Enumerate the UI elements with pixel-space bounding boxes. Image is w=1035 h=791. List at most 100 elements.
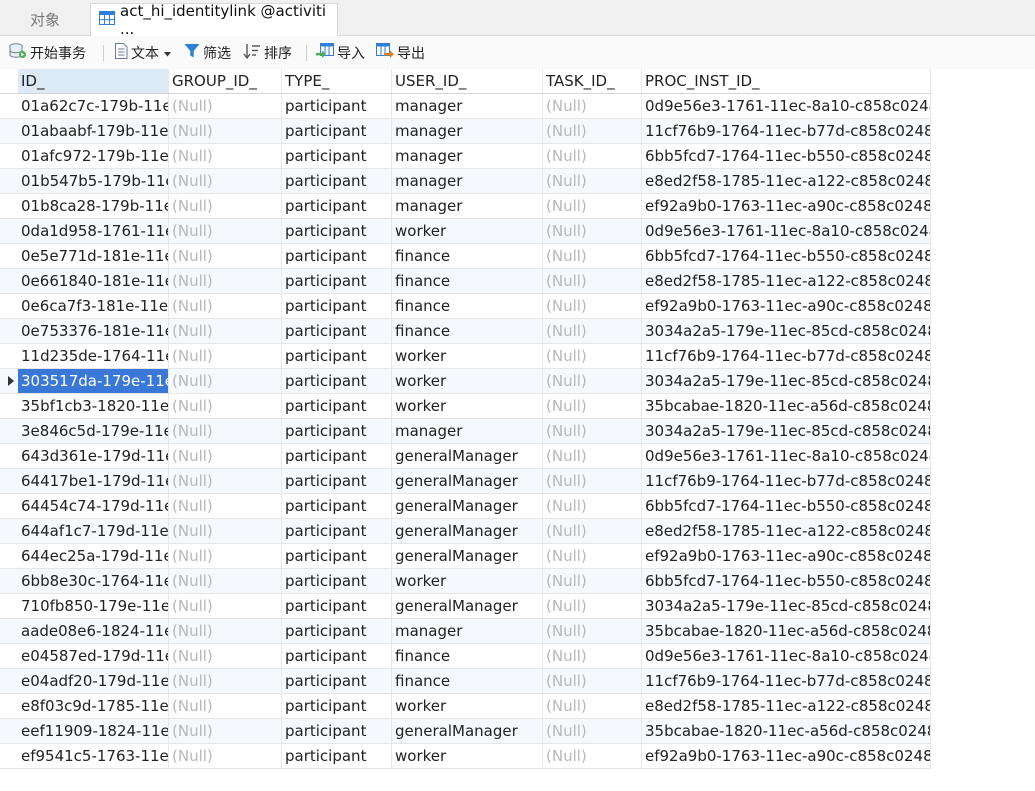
cell-proc-inst-id[interactable]: 0d9e56e3-1761-11ec-8a10-c858c02486 — [642, 94, 931, 118]
cell-user-id[interactable]: worker — [392, 569, 543, 593]
cell-proc-inst-id[interactable]: 3034a2a5-179e-11ec-85cd-c858c02486 — [642, 419, 931, 443]
cell-type[interactable]: participant — [282, 519, 392, 543]
cell-id[interactable]: 0e661840-181e-11ec — [18, 269, 169, 293]
cell-type[interactable]: participant — [282, 444, 392, 468]
cell-task-id[interactable]: (Null) — [543, 344, 642, 368]
cell-proc-inst-id[interactable]: ef92a9b0-1763-11ec-a90c-c858c02486 — [642, 294, 931, 318]
cell-proc-inst-id[interactable]: 11cf76b9-1764-11ec-b77d-c858c02486 — [642, 469, 931, 493]
cell-task-id[interactable]: (Null) — [543, 119, 642, 143]
cell-type[interactable]: participant — [282, 294, 392, 318]
cell-id[interactable]: 710fb850-179e-11ec — [18, 594, 169, 618]
tab-objects[interactable]: 对象 — [0, 3, 90, 36]
row-gutter[interactable] — [0, 294, 18, 319]
cell-task-id[interactable]: (Null) — [543, 419, 642, 443]
column-header-group-id[interactable]: GROUP_ID_ — [169, 69, 282, 93]
cell-id[interactable]: 01b8ca28-179b-11ec — [18, 194, 169, 218]
table-row[interactable]: 64417be1-179d-11ec (Null) participant gener… — [0, 469, 931, 494]
cell-user-id[interactable]: worker — [392, 344, 543, 368]
cell-group-id[interactable]: (Null) — [169, 144, 282, 168]
cell-type[interactable]: participant — [282, 719, 392, 743]
cell-user-id[interactable]: manager — [392, 169, 543, 193]
cell-id[interactable]: 0da1d958-1761-11ec — [18, 219, 169, 243]
row-gutter[interactable] — [0, 319, 18, 344]
begin-transaction-button[interactable]: 开始事务 — [9, 43, 86, 63]
row-gutter[interactable] — [0, 269, 18, 294]
cell-user-id[interactable]: manager — [392, 194, 543, 218]
cell-type[interactable]: participant — [282, 594, 392, 618]
cell-type[interactable]: participant — [282, 694, 392, 718]
cell-user-id[interactable]: generalManager — [392, 444, 543, 468]
cell-proc-inst-id[interactable]: 35bcabae-1820-11ec-a56d-c858c02486 — [642, 619, 931, 643]
cell-user-id[interactable]: manager — [392, 119, 543, 143]
cell-task-id[interactable]: (Null) — [543, 444, 642, 468]
row-gutter[interactable] — [0, 744, 18, 769]
row-gutter[interactable] — [0, 569, 18, 594]
table-row[interactable]: 64454c74-179d-11ec (Null) participant gener… — [0, 494, 931, 519]
cell-group-id[interactable]: (Null) — [169, 169, 282, 193]
cell-type[interactable]: participant — [282, 744, 392, 768]
cell-user-id[interactable]: worker — [392, 394, 543, 418]
cell-task-id[interactable]: (Null) — [543, 544, 642, 568]
cell-type[interactable]: participant — [282, 119, 392, 143]
cell-user-id[interactable]: generalManager — [392, 719, 543, 743]
table-row[interactable]: 643d361e-179d-11ec (Null) participant gener… — [0, 444, 931, 469]
cell-group-id[interactable]: (Null) — [169, 219, 282, 243]
table-row[interactable]: 710fb850-179e-11ec (Null) participant gener… — [0, 594, 931, 619]
cell-type[interactable]: participant — [282, 244, 392, 268]
row-gutter[interactable] — [0, 419, 18, 444]
cell-id[interactable]: 643d361e-179d-11ec — [18, 444, 169, 468]
table-row[interactable]: 644ec25a-179d-11ec (Null) participant gener… — [0, 544, 931, 569]
cell-task-id[interactable]: (Null) — [543, 694, 642, 718]
cell-id[interactable]: 01a62c7c-179b-11ec — [18, 94, 169, 118]
column-header-task-id[interactable]: TASK_ID_ — [543, 69, 642, 93]
cell-proc-inst-id[interactable]: 35bcabae-1820-11ec-a56d-c858c02486 — [642, 719, 931, 743]
cell-id[interactable]: e04587ed-179d-11ec — [18, 644, 169, 668]
cell-id[interactable]: 01afc972-179b-11ec — [18, 144, 169, 168]
row-gutter[interactable] — [0, 94, 18, 119]
cell-proc-inst-id[interactable]: 3034a2a5-179e-11ec-85cd-c858c02486 — [642, 594, 931, 618]
cell-type[interactable]: participant — [282, 644, 392, 668]
cell-task-id[interactable]: (Null) — [543, 719, 642, 743]
cell-type[interactable]: participant — [282, 419, 392, 443]
cell-proc-inst-id[interactable]: 6bb5fcd7-1764-11ec-b550-c858c02486 — [642, 144, 931, 168]
cell-user-id[interactable]: generalManager — [392, 494, 543, 518]
cell-task-id[interactable]: (Null) — [543, 469, 642, 493]
cell-task-id[interactable]: (Null) — [543, 619, 642, 643]
cell-type[interactable]: participant — [282, 269, 392, 293]
table-row[interactable]: 0e6ca7f3-181e-11ec (Null) participant finan… — [0, 294, 931, 319]
cell-user-id[interactable]: finance — [392, 244, 543, 268]
cell-group-id[interactable]: (Null) — [169, 644, 282, 668]
row-gutter[interactable] — [0, 369, 18, 394]
cell-user-id[interactable]: finance — [392, 269, 543, 293]
table-row[interactable]: 01b547b5-179b-11ec (Null) participant manag… — [0, 169, 931, 194]
cell-type[interactable]: participant — [282, 369, 392, 393]
cell-task-id[interactable]: (Null) — [543, 644, 642, 668]
tab-table-data[interactable]: act_hi_identitylink @activiti ... — [90, 2, 338, 38]
row-gutter[interactable] — [0, 169, 18, 194]
cell-proc-inst-id[interactable]: 11cf76b9-1764-11ec-b77d-c858c02486 — [642, 669, 931, 693]
cell-group-id[interactable]: (Null) — [169, 619, 282, 643]
row-gutter[interactable] — [0, 669, 18, 694]
table-row[interactable]: 303517da-179e-11ec (Null) participant worke… — [0, 369, 931, 394]
row-gutter[interactable] — [0, 344, 18, 369]
table-row[interactable]: eef11909-1824-11ec (Null) participant gener… — [0, 719, 931, 744]
cell-group-id[interactable]: (Null) — [169, 744, 282, 768]
table-row[interactable]: 01abaabf-179b-11ec (Null) participant manag… — [0, 119, 931, 144]
cell-proc-inst-id[interactable]: 11cf76b9-1764-11ec-b77d-c858c02486 — [642, 119, 931, 143]
cell-id[interactable]: 644af1c7-179d-11ec — [18, 519, 169, 543]
cell-user-id[interactable]: worker — [392, 219, 543, 243]
cell-id[interactable]: 6bb8e30c-1764-11ec — [18, 569, 169, 593]
cell-group-id[interactable]: (Null) — [169, 369, 282, 393]
cell-user-id[interactable]: worker — [392, 744, 543, 768]
table-row[interactable]: e04adf20-179d-11ec (Null) participant finan… — [0, 669, 931, 694]
cell-proc-inst-id[interactable]: 0d9e56e3-1761-11ec-8a10-c858c02486 — [642, 644, 931, 668]
cell-proc-inst-id[interactable]: e8ed2f58-1785-11ec-a122-c858c02486 — [642, 169, 931, 193]
cell-group-id[interactable]: (Null) — [169, 244, 282, 268]
column-header-proc-inst-id[interactable]: PROC_INST_ID_ — [642, 69, 931, 93]
cell-user-id[interactable]: generalManager — [392, 469, 543, 493]
cell-group-id[interactable]: (Null) — [169, 569, 282, 593]
cell-user-id[interactable]: generalManager — [392, 594, 543, 618]
cell-id[interactable]: e8f03c9d-1785-11ec — [18, 694, 169, 718]
row-gutter[interactable] — [0, 394, 18, 419]
cell-proc-inst-id[interactable]: e8ed2f58-1785-11ec-a122-c858c02486 — [642, 519, 931, 543]
